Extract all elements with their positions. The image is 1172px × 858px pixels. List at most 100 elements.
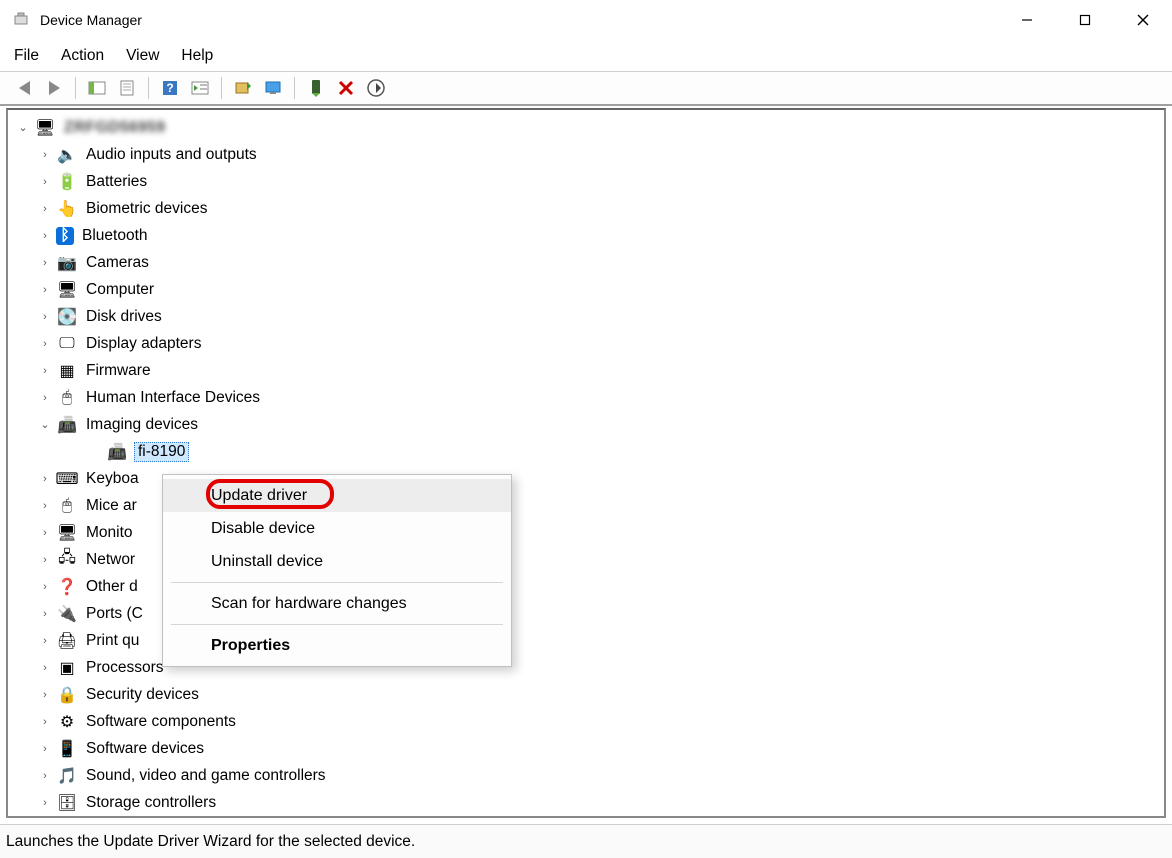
tree-node-label: Audio inputs and outputs — [84, 146, 259, 164]
chevron-icon[interactable]: › — [38, 689, 52, 701]
scanner-icon: 📠 — [106, 442, 128, 462]
chevron-icon[interactable]: › — [38, 716, 52, 728]
camera-icon: 📷 — [56, 253, 78, 273]
menu-action[interactable]: Action — [61, 47, 104, 65]
chevron-icon[interactable]: ⌄ — [16, 121, 30, 134]
bluetooth-icon: ᛒ — [56, 227, 74, 245]
tree-category-node[interactable]: ›⚙Software components — [38, 708, 1164, 735]
toolbar-hidden-devices-button[interactable] — [259, 75, 287, 101]
app-icon — [12, 11, 30, 29]
context-scan-hardware[interactable]: Scan for hardware changes — [163, 587, 511, 620]
tree-category-node[interactable]: ›🖥Computer — [38, 276, 1164, 303]
chevron-icon[interactable]: › — [38, 608, 52, 620]
tree-category-node[interactable]: › 🔋 Batteries — [38, 168, 1164, 195]
chevron-icon[interactable]: › — [38, 149, 52, 161]
chevron-icon[interactable]: › — [38, 770, 52, 782]
menu-help[interactable]: Help — [181, 47, 213, 65]
toolbar-separator — [294, 77, 295, 99]
context-item-label: Disable device — [211, 520, 315, 538]
tree-category-node[interactable]: ›🔒Security devices — [38, 681, 1164, 708]
tree-category-node[interactable]: › 🗄 Storage controllers — [38, 789, 1164, 816]
tree-category-node[interactable]: ›📷Cameras — [38, 249, 1164, 276]
chevron-icon[interactable]: › — [38, 743, 52, 755]
tree-device-node[interactable]: 📠fi-8190 — [88, 438, 1164, 465]
context-update-driver[interactable]: Update driver — [163, 479, 511, 512]
menu-view[interactable]: View — [126, 47, 159, 65]
chevron-icon[interactable]: › — [38, 392, 52, 404]
help-icon: ? — [162, 80, 178, 96]
tree-node-label: Other d — [84, 578, 140, 596]
tree-category-node[interactable]: ⌄📠Imaging devices — [38, 411, 1164, 438]
chevron-icon[interactable]: › — [38, 581, 52, 593]
toolbar-disable-button[interactable] — [332, 75, 360, 101]
chevron-icon[interactable]: ⌄ — [38, 418, 52, 431]
menu-file[interactable]: File — [14, 47, 39, 65]
maximize-button[interactable] — [1056, 0, 1114, 40]
context-separator — [171, 582, 503, 583]
printer-icon: 🖨 — [56, 631, 78, 651]
toolbar-action-button[interactable] — [186, 75, 214, 101]
other-device-icon: ❓ — [56, 577, 78, 597]
device-tree[interactable]: ⌄🖥ZRFGD56959 › 🔈 Audio inputs and outputs › 🔋… — [8, 110, 1164, 816]
keyboard-icon: ⌨ — [56, 469, 78, 489]
tree-category-node[interactable]: › 🔈 Audio inputs and outputs — [38, 141, 1164, 168]
chevron-icon[interactable]: › — [38, 473, 52, 485]
toolbar-enable-button[interactable] — [302, 75, 330, 101]
chevron-icon[interactable]: › — [38, 365, 52, 377]
context-disable-device[interactable]: Disable device — [163, 512, 511, 545]
toolbar-update-driver-button[interactable] — [229, 75, 257, 101]
chevron-icon[interactable]: › — [38, 797, 52, 809]
chevron-icon[interactable]: › — [38, 554, 52, 566]
context-menu: Update driver Disable device Uninstall d… — [162, 474, 512, 667]
tree-category-node[interactable]: ›🎵Sound, video and game controllers — [38, 762, 1164, 789]
menubar: File Action View Help — [0, 40, 1172, 72]
display-adapter-icon: 🖵 — [56, 334, 78, 354]
chevron-icon[interactable]: › — [38, 500, 52, 512]
tree-node-label: Print qu — [84, 632, 141, 650]
chevron-icon[interactable]: › — [38, 284, 52, 296]
tree-node-label: Ports (C — [84, 605, 145, 623]
battery-icon: 🔋 — [56, 172, 78, 192]
network-icon: 🖧 — [56, 550, 78, 570]
tree-category-node[interactable]: ›👆Biometric devices — [38, 195, 1164, 222]
device-tree-panel: ⌄🖥ZRFGD56959 › 🔈 Audio inputs and outputs › 🔋… — [6, 108, 1166, 818]
toolbar-console-tree-button[interactable] — [83, 75, 111, 101]
tree-node-label: Bluetooth — [80, 227, 150, 245]
tree-node-label: Storage controllers — [84, 794, 218, 812]
tree-category-node[interactable]: ›🖱Human Interface Devices — [38, 384, 1164, 411]
speaker-icon: 🔈 — [56, 145, 78, 165]
context-properties[interactable]: Properties — [163, 629, 511, 662]
tree-category-node[interactable]: ›📱Software devices — [38, 735, 1164, 762]
sound-icon: 🎵 — [56, 766, 78, 786]
toolbar-help-button[interactable]: ? — [156, 75, 184, 101]
context-uninstall-device[interactable]: Uninstall device — [163, 545, 511, 578]
tree-node-label: Batteries — [84, 173, 149, 191]
toolbar-back-button[interactable] — [10, 75, 38, 101]
toolbar-properties-button[interactable] — [113, 75, 141, 101]
tree-category-node[interactable]: ›💽Disk drives — [38, 303, 1164, 330]
tree-node-label: Computer — [84, 281, 156, 299]
tree-category-node[interactable]: ›▦Firmware — [38, 357, 1164, 384]
chevron-icon[interactable]: › — [38, 635, 52, 647]
tree-category-node[interactable]: ›🖵Display adapters — [38, 330, 1164, 357]
toolbar-scan-button[interactable] — [362, 75, 390, 101]
minimize-button[interactable] — [998, 0, 1056, 40]
svg-text:?: ? — [166, 81, 173, 95]
chevron-icon[interactable]: › — [38, 257, 52, 269]
tree-category-node[interactable]: › ᛒ Bluetooth — [38, 222, 1164, 249]
tree-root-node[interactable]: ⌄🖥ZRFGD56959 — [16, 114, 1164, 141]
chevron-icon[interactable]: › — [38, 527, 52, 539]
chevron-icon[interactable]: › — [38, 662, 52, 674]
storage-icon: 🗄 — [56, 793, 78, 813]
chevron-icon[interactable]: › — [38, 311, 52, 323]
scan-hardware-icon — [367, 79, 385, 97]
close-button[interactable] — [1114, 0, 1172, 40]
chevron-icon[interactable]: › — [38, 230, 52, 242]
toolbar-separator — [148, 77, 149, 99]
tree-node-label: Human Interface Devices — [84, 389, 262, 407]
chevron-icon[interactable]: › — [38, 203, 52, 215]
chevron-icon[interactable]: › — [38, 176, 52, 188]
forward-arrow-icon — [49, 81, 60, 95]
chevron-icon[interactable]: › — [38, 338, 52, 350]
toolbar-forward-button[interactable] — [40, 75, 68, 101]
